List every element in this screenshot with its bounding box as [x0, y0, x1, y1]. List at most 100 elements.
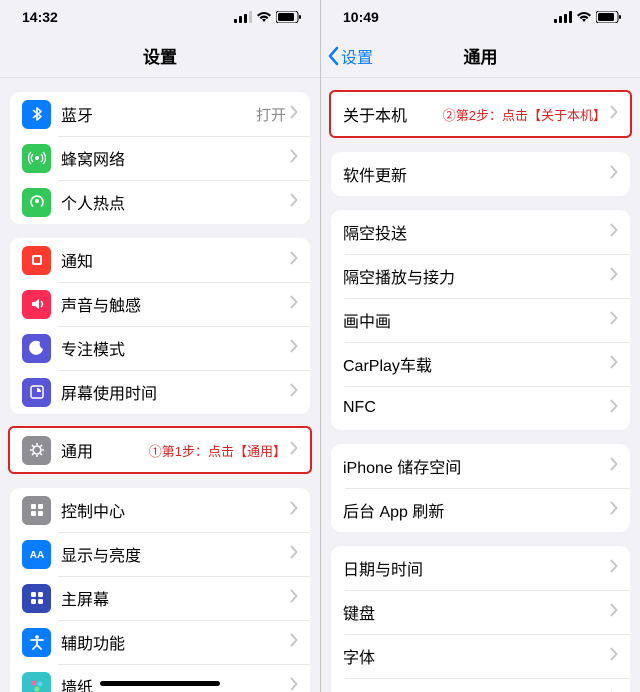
settings-group: 控制中心AA显示与亮度主屏幕辅助功能墙纸Siri与搜索面容ID与密码	[10, 488, 310, 692]
row-datetime[interactable]: 日期与时间	[331, 546, 630, 590]
annotation-step2: ②第2步：点击【关于本机】	[443, 105, 606, 124]
row-label: 字体	[343, 644, 610, 668]
chevron-right-icon	[290, 193, 298, 212]
wifi-icon	[256, 11, 272, 23]
row-fonts[interactable]: 字体	[331, 634, 630, 678]
row-label: 主屏幕	[61, 586, 290, 610]
row-hotspot[interactable]: 个人热点	[10, 180, 310, 224]
status-bar: 10:49	[321, 0, 640, 34]
chevron-right-icon	[610, 267, 618, 286]
chevron-right-icon	[610, 223, 618, 242]
cellular-icon	[554, 11, 572, 23]
hotspot-icon	[22, 188, 51, 217]
homescreen-icon	[22, 584, 51, 613]
row-label: 软件更新	[343, 162, 610, 186]
highlighted-row-general: 通用①第1步：点击【通用】	[8, 426, 312, 474]
general-list: 关于本机②第2步：点击【关于本机】软件更新隔空投送隔空播放与接力画中画 CarPl…	[321, 78, 640, 692]
focus-icon	[22, 334, 51, 363]
row-airdrop[interactable]: 隔空投送	[331, 210, 630, 254]
general-group: 日期与时间键盘字体语言与地区词典	[331, 546, 630, 692]
general-group: 隔空投送隔空播放与接力画中画 CarPlay车载 NFC	[331, 210, 630, 430]
notifications-icon	[22, 246, 51, 275]
settings-group: 通知声音与触感专注模式屏幕使用时间	[10, 238, 310, 414]
row-screentime[interactable]: 屏幕使用时间	[10, 370, 310, 414]
chevron-right-icon	[610, 647, 618, 666]
chevron-right-icon	[610, 399, 618, 418]
row-pip[interactable]: 画中画	[331, 298, 630, 342]
row-storage[interactable]: iPhone 储存空间	[331, 444, 630, 488]
home-indicator	[100, 681, 220, 686]
battery-icon	[276, 11, 302, 23]
row-general[interactable]: 通用①第1步：点击【通用】	[10, 428, 310, 472]
page-title: 通用	[464, 43, 498, 68]
row-label: NFC	[343, 399, 610, 417]
row-airplay[interactable]: 隔空播放与接力	[331, 254, 630, 298]
row-label: 画中画	[343, 308, 610, 332]
general-group: 软件更新	[331, 152, 630, 196]
row-focus[interactable]: 专注模式	[10, 326, 310, 370]
row-wallpaper[interactable]: 墙纸	[10, 664, 310, 692]
row-label: 通用	[61, 438, 149, 462]
row-notifications[interactable]: 通知	[10, 238, 310, 282]
accessibility-icon	[22, 628, 51, 657]
general-group: iPhone 储存空间后台 App 刷新	[331, 444, 630, 532]
battery-icon	[596, 11, 622, 23]
row-label: 隔空投送	[343, 220, 610, 244]
status-time: 14:32	[22, 9, 58, 25]
wifi-icon	[576, 11, 592, 23]
chevron-right-icon	[290, 295, 298, 314]
chevron-right-icon	[610, 165, 618, 184]
row-label: 显示与亮度	[61, 542, 290, 566]
row-label: 通知	[61, 248, 290, 272]
row-label: 控制中心	[61, 498, 290, 522]
row-accessibility[interactable]: 辅助功能	[10, 620, 310, 664]
cellular-icon	[234, 11, 252, 23]
chevron-right-icon	[610, 603, 618, 622]
row-about[interactable]: 关于本机②第2步：点击【关于本机】	[331, 92, 630, 136]
row-bluetooth[interactable]: 蓝牙打开	[10, 92, 310, 136]
chevron-right-icon	[290, 633, 298, 652]
chevron-right-icon	[610, 311, 618, 330]
row-label: 键盘	[343, 600, 610, 624]
row-keyboard[interactable]: 键盘	[331, 590, 630, 634]
row-label: 专注模式	[61, 336, 290, 360]
nav-bar: 设置	[0, 34, 320, 78]
bluetooth-icon	[22, 100, 51, 129]
row-label: 后台 App 刷新	[343, 498, 610, 522]
display-icon: AA	[22, 540, 51, 569]
chevron-right-icon	[610, 355, 618, 374]
row-label: 关于本机	[343, 102, 443, 126]
row-cellular[interactable]: 蜂窝网络	[10, 136, 310, 180]
nav-bar: 设置 通用	[321, 34, 640, 78]
row-label: 个人热点	[61, 190, 290, 214]
row-label: 隔空播放与接力	[343, 264, 610, 288]
row-nfc[interactable]: NFC	[331, 386, 630, 430]
controlcenter-icon	[22, 496, 51, 525]
row-value: 打开	[256, 104, 286, 125]
row-label: iPhone 储存空间	[343, 454, 610, 478]
screentime-icon	[22, 378, 51, 407]
wallpaper-icon	[22, 672, 51, 692]
row-carplay[interactable]: CarPlay车载	[331, 342, 630, 386]
phone-left: 14:32 设置 蓝牙打开蜂窝网络个人热点通知声音与触感专注模式屏幕使用时间通用…	[0, 0, 320, 692]
sounds-icon	[22, 290, 51, 319]
row-bgrefresh[interactable]: 后台 App 刷新	[331, 488, 630, 532]
status-bar: 14:32	[0, 0, 320, 34]
chevron-right-icon	[290, 339, 298, 358]
chevron-right-icon	[610, 457, 618, 476]
svg-text:AA: AA	[29, 550, 43, 561]
settings-list: 蓝牙打开蜂窝网络个人热点通知声音与触感专注模式屏幕使用时间通用①第1步：点击【通…	[0, 78, 320, 692]
row-controlcenter[interactable]: 控制中心	[10, 488, 310, 532]
row-swupdate[interactable]: 软件更新	[331, 152, 630, 196]
chevron-right-icon	[290, 501, 298, 520]
back-button[interactable]: 设置	[327, 44, 373, 68]
row-display[interactable]: AA 显示与亮度	[10, 532, 310, 576]
row-sounds[interactable]: 声音与触感	[10, 282, 310, 326]
row-label: 辅助功能	[61, 630, 290, 654]
row-homescreen[interactable]: 主屏幕	[10, 576, 310, 620]
chevron-right-icon	[290, 441, 298, 460]
chevron-right-icon	[610, 105, 618, 124]
settings-group: 蓝牙打开蜂窝网络个人热点	[10, 92, 310, 224]
row-language[interactable]: 语言与地区	[331, 678, 630, 692]
highlighted-row-about: 关于本机②第2步：点击【关于本机】	[329, 90, 632, 138]
